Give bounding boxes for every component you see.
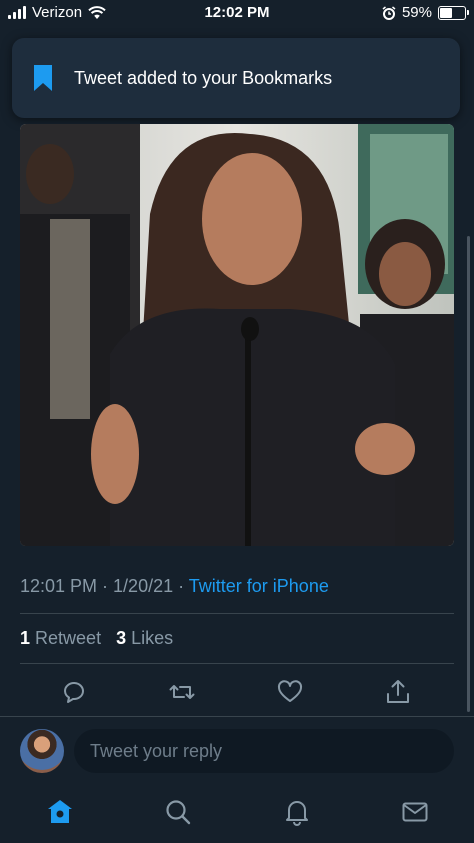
photo-image <box>20 124 454 546</box>
battery-percent: 59% <box>401 4 432 21</box>
retweets-count: 1 <box>20 628 31 648</box>
alarm-icon <box>382 5 396 20</box>
bookmark-toast[interactable]: Tweet added to your Bookmarks <box>12 38 460 118</box>
avatar[interactable] <box>20 729 64 773</box>
home-icon[interactable] <box>46 798 74 826</box>
notifications-icon[interactable] <box>283 798 311 826</box>
battery-level <box>440 7 453 18</box>
retweet-icon[interactable] <box>168 678 196 706</box>
divider <box>20 613 454 614</box>
likes-label: Likes <box>131 628 174 648</box>
search-icon[interactable] <box>164 798 192 826</box>
retweets-label: Retweet <box>35 628 102 648</box>
tweet-photo[interactable] <box>20 124 454 546</box>
tab-bar <box>0 782 474 843</box>
meta-separator: · <box>173 576 189 596</box>
likes-count: 3 <box>116 628 127 648</box>
messages-icon[interactable] <box>401 798 429 826</box>
meta-separator: · <box>97 576 114 596</box>
retweets-stat[interactable]: 1 Retweet <box>20 628 101 648</box>
status-bar: Verizon 12:02 PM 59% <box>0 0 474 28</box>
tweet-meta: 12:01 PM · 1/20/21 · Twitter for iPhone <box>20 576 329 597</box>
toast-message: Tweet added to your Bookmarks <box>74 67 333 88</box>
divider <box>20 663 454 664</box>
tweet-source-link[interactable]: Twitter for iPhone <box>189 576 329 596</box>
tweet-date: 1/20/21 <box>113 576 174 596</box>
battery-icon <box>438 5 469 20</box>
reply-icon[interactable] <box>60 678 88 706</box>
like-icon[interactable] <box>276 678 304 706</box>
share-icon[interactable] <box>384 678 412 706</box>
status-right: 59% <box>382 4 469 21</box>
tweet-stats: 1 Retweet 3 Likes <box>20 628 173 649</box>
reply-input[interactable] <box>74 729 454 773</box>
tweet-actions <box>0 672 474 712</box>
bookmark-icon <box>34 65 52 91</box>
likes-stat[interactable]: 3 Likes <box>116 628 173 648</box>
scroll-indicator[interactable] <box>467 236 470 712</box>
tweet-time: 12:01 PM <box>20 576 98 596</box>
reply-bar <box>0 716 474 783</box>
